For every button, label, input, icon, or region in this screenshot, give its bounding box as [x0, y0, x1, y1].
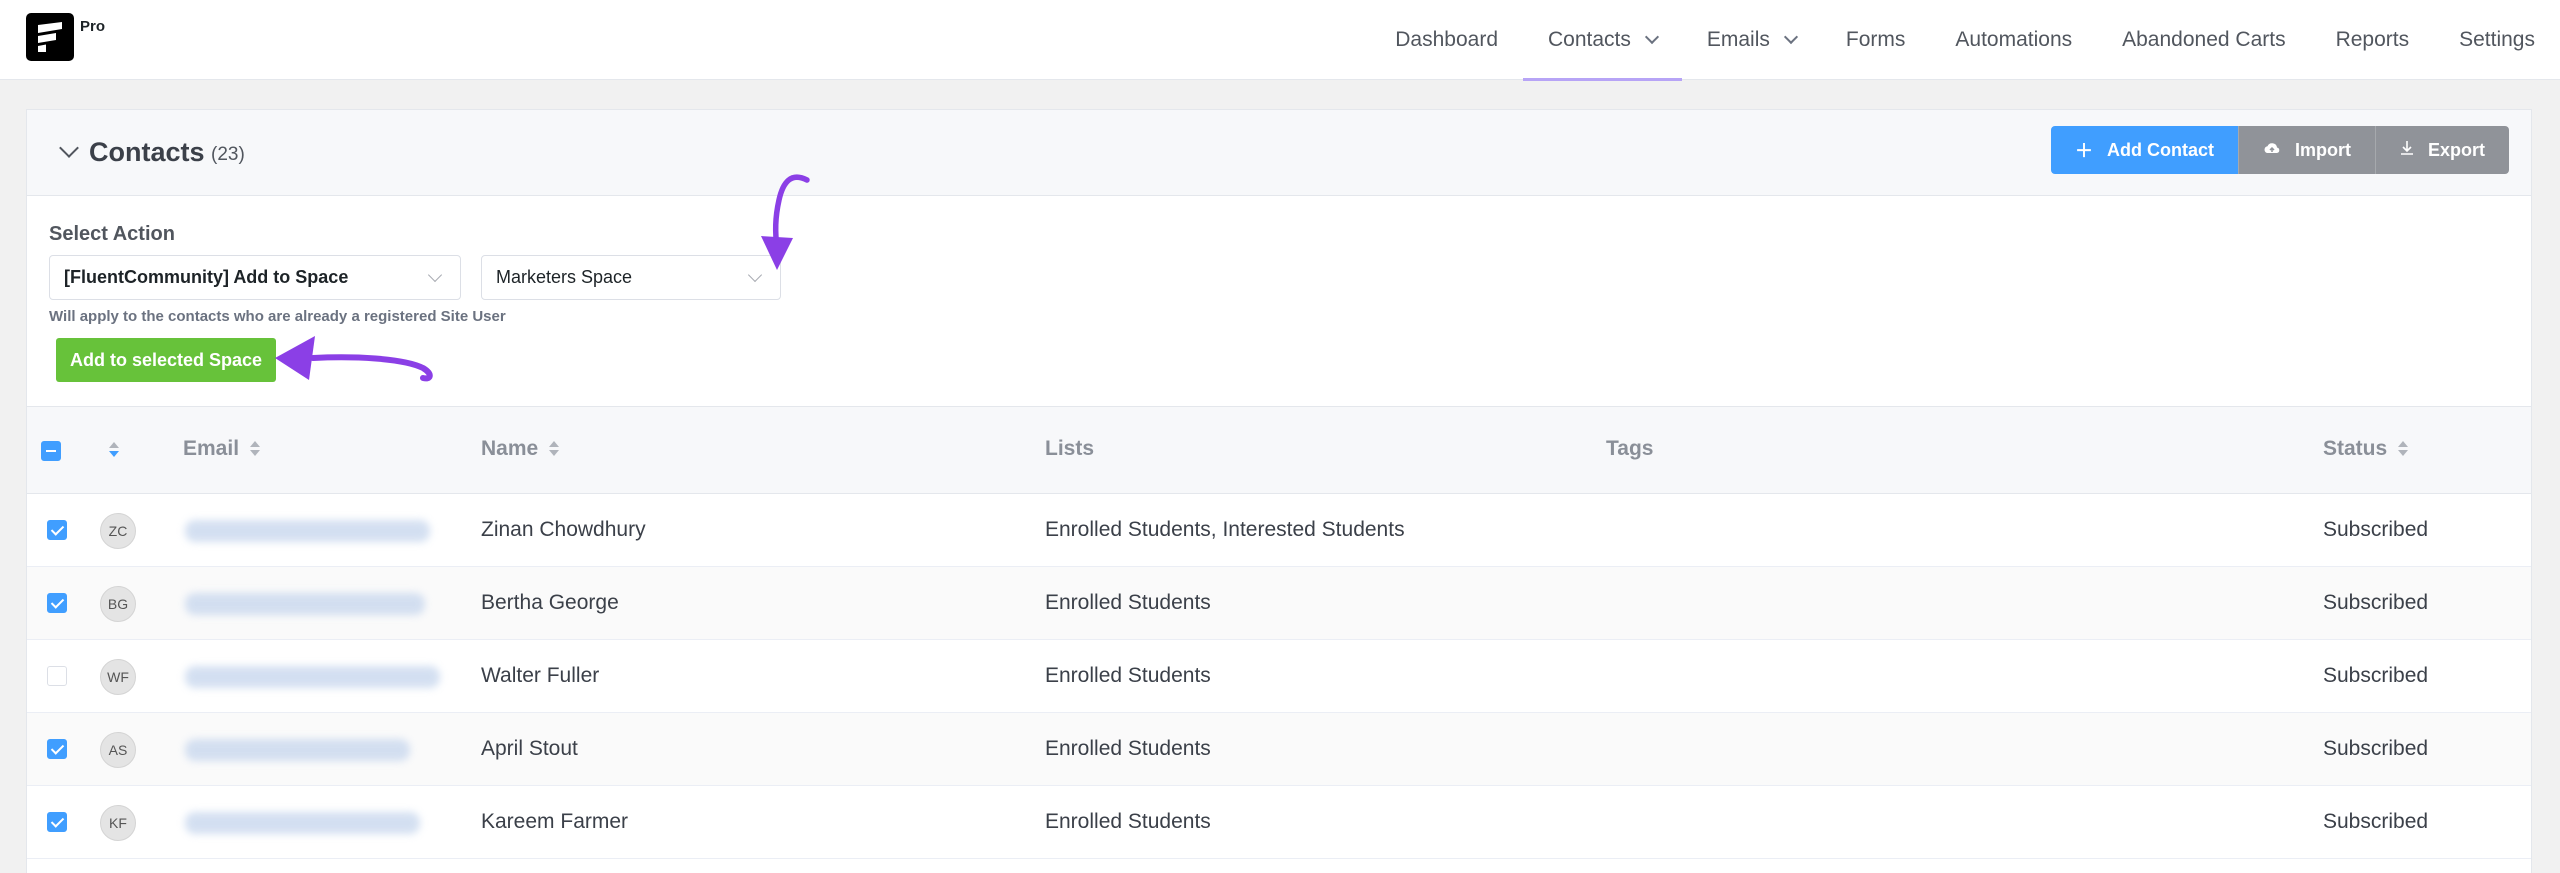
annotation-arrow-down-icon — [761, 174, 810, 270]
contact-status: Subscribed — [2323, 810, 2429, 833]
contacts-table: Email Name Lists Tags Status ZC Zinan Ch… — [27, 406, 2531, 859]
space-value: Marketers Space — [496, 267, 633, 287]
nav-reports-label: Reports — [2335, 28, 2410, 51]
cloud-upload-icon — [2263, 140, 2281, 161]
row-checkbox[interactable] — [47, 739, 67, 759]
contact-lists: Enrolled Students, Interested Students — [1045, 518, 1405, 541]
email-redacted[interactable] — [185, 520, 430, 542]
column-tags-label: Tags — [1606, 437, 1654, 460]
contact-lists: Enrolled Students — [1045, 810, 1211, 833]
nav-contacts-label: Contacts — [1548, 28, 1631, 51]
contact-name[interactable]: Bertha George — [481, 591, 619, 615]
avatar: KF — [100, 805, 136, 841]
add-contact-button[interactable]: ＋ Add Contact — [2050, 126, 2238, 174]
fluentcrm-logo[interactable] — [26, 13, 74, 61]
bulk-action-select[interactable]: [FluentCommunity] Add to Space — [49, 255, 461, 300]
chevron-down-icon — [1783, 29, 1798, 45]
import-label: Import — [2294, 139, 2351, 160]
email-redacted[interactable] — [185, 666, 440, 688]
nav-abandoned-carts-label: Abandoned Carts — [2122, 28, 2286, 51]
nav-forms[interactable]: Forms — [1821, 0, 1931, 80]
row-checkbox[interactable] — [47, 520, 67, 540]
sort-icon — [548, 440, 560, 458]
top-navbar: Pro Dashboard Contacts Emails Forms Auto… — [0, 0, 2560, 81]
nav-emails-label: Emails — [1706, 28, 1770, 51]
column-status[interactable]: Status — [2323, 437, 2409, 461]
table-row[interactable]: AS April Stout Enrolled Students Subscri… — [27, 713, 2531, 786]
avatar: BG — [100, 586, 136, 622]
table-row[interactable]: WF Walter Fuller Enrolled Students Subsc… — [27, 640, 2531, 713]
table-header: Email Name Lists Tags Status — [27, 406, 2531, 494]
nav-reports[interactable]: Reports — [2311, 0, 2435, 80]
row-checkbox[interactable] — [47, 666, 67, 686]
contact-status: Subscribed — [2323, 591, 2429, 614]
contact-status: Subscribed — [2323, 664, 2429, 687]
annotation-arrow-left-icon — [275, 336, 433, 382]
contact-name[interactable]: Walter Fuller — [481, 664, 599, 688]
table-row[interactable]: BG Bertha George Enrolled Students Subsc… — [27, 567, 2531, 640]
contacts-count: (23) — [211, 144, 245, 165]
chevron-down-icon — [427, 267, 443, 283]
column-email-label: Email — [183, 437, 240, 460]
row-checkbox[interactable] — [47, 812, 67, 832]
nav-settings[interactable]: Settings — [2434, 0, 2560, 80]
select-action-label: Select Action — [49, 223, 175, 245]
avatar: WF — [100, 659, 136, 695]
row-checkbox[interactable] — [47, 593, 67, 613]
chevron-down-icon — [1644, 29, 1659, 45]
avatar: ZC — [100, 513, 136, 549]
email-redacted[interactable] — [185, 739, 410, 761]
avatar: AS — [100, 732, 136, 768]
export-label: Export — [2427, 139, 2485, 160]
contact-status: Subscribed — [2323, 737, 2429, 760]
pro-badge: Pro — [80, 18, 106, 35]
sort-icon[interactable] — [108, 441, 120, 459]
email-redacted[interactable] — [185, 812, 420, 834]
nav-forms-label: Forms — [1845, 28, 1906, 51]
sort-icon — [249, 440, 261, 458]
header-actions: ＋ Add Contact Import Export — [2050, 126, 2509, 174]
column-lists: Lists — [1045, 437, 1094, 461]
action-hint: Will apply to the contacts who are alrea… — [49, 308, 506, 325]
sort-icon — [2397, 440, 2409, 458]
contacts-card: Contacts (23) ＋ Add Contact Import Expor… — [26, 109, 2532, 873]
contact-status: Subscribed — [2323, 518, 2429, 541]
nav-abandoned-carts[interactable]: Abandoned Carts — [2097, 0, 2310, 80]
nav-automations[interactable]: Automations — [1930, 0, 2097, 80]
export-button[interactable]: Export — [2374, 126, 2509, 174]
add-contact-label: Add Contact — [2106, 139, 2214, 160]
column-name[interactable]: Name — [481, 437, 560, 461]
nav-automations-label: Automations — [1955, 28, 2073, 51]
table-row[interactable]: ZC Zinan Chowdhury Enrolled Students, In… — [27, 494, 2531, 567]
contact-lists: Enrolled Students — [1045, 591, 1211, 614]
bulk-action-value: [FluentCommunity] Add to Space — [64, 267, 349, 287]
card-header: Contacts (23) ＋ Add Contact Import Expor… — [27, 110, 2531, 196]
column-email[interactable]: Email — [183, 437, 261, 461]
chevron-down-icon[interactable] — [59, 138, 79, 158]
nav-dashboard-label: Dashboard — [1395, 28, 1498, 51]
select-all-checkbox[interactable] — [41, 441, 61, 461]
column-lists-label: Lists — [1045, 437, 1095, 460]
email-redacted[interactable] — [185, 593, 425, 615]
nav-dashboard[interactable]: Dashboard — [1370, 0, 1523, 80]
contact-lists: Enrolled Students — [1045, 664, 1211, 687]
contact-lists: Enrolled Students — [1045, 737, 1211, 760]
nav-contacts[interactable]: Contacts — [1523, 0, 1682, 81]
table-row[interactable]: KF Kareem Farmer Enrolled Students Subsc… — [27, 786, 2531, 859]
column-name-label: Name — [481, 437, 539, 460]
contact-name[interactable]: April Stout — [481, 737, 578, 761]
page-title: Contacts — [89, 137, 205, 167]
add-to-space-button[interactable]: Add to selected Space — [56, 338, 277, 382]
nav-emails[interactable]: Emails — [1682, 0, 1821, 80]
contact-name[interactable]: Zinan Chowdhury — [481, 518, 646, 542]
contact-name[interactable]: Kareem Farmer — [481, 810, 628, 834]
column-status-label: Status — [2323, 437, 2388, 460]
plus-icon: ＋ — [2074, 141, 2093, 161]
import-button[interactable]: Import — [2237, 126, 2375, 174]
column-tags: Tags — [1606, 437, 1653, 461]
download-icon — [2400, 140, 2414, 161]
main-nav: Dashboard Contacts Emails Forms Automati… — [1370, 0, 2560, 81]
nav-settings-label: Settings — [2459, 28, 2535, 51]
